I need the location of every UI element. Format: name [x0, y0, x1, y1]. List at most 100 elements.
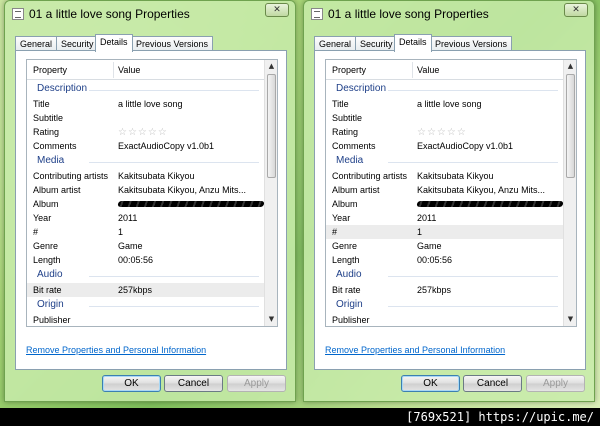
scroll-down-arrow-icon[interactable]: ▼ [565, 314, 576, 325]
apply-button[interactable]: Apply [227, 375, 286, 392]
property-row[interactable]: Length 00:05:56 [27, 253, 265, 267]
cancel-button[interactable]: Cancel [164, 375, 223, 392]
tab-details[interactable]: Details [95, 34, 133, 52]
property-name: Year [33, 213, 52, 223]
property-name: Length [332, 255, 360, 265]
tab-details[interactable]: Details [394, 34, 432, 52]
property-row[interactable]: Contributing artists Kakitsubata Kikyou [326, 169, 564, 183]
rating-stars-icon: ☆☆☆☆☆ [417, 127, 467, 138]
redacted-value [416, 199, 564, 209]
apply-button[interactable]: Apply [526, 375, 585, 392]
property-row[interactable]: Year 2011 [27, 211, 265, 225]
cancel-button[interactable]: Cancel [463, 375, 522, 392]
property-value: a little love song [118, 99, 183, 109]
property-name: Rating [33, 127, 60, 137]
tab-general[interactable]: General [314, 36, 357, 51]
remove-properties-link[interactable]: Remove Properties and Personal Informati… [325, 345, 505, 355]
property-row[interactable]: Year 2011 [326, 211, 564, 225]
column-divider[interactable] [113, 62, 114, 78]
vertical-scrollbar[interactable]: ▲ ▼ [563, 60, 576, 326]
property-row[interactable]: Length 00:05:56 [326, 253, 564, 267]
property-row[interactable]: Subtitle [326, 111, 564, 125]
property-name: Album [33, 199, 59, 209]
tab-security[interactable]: Security [56, 36, 99, 51]
property-name: Genre [33, 241, 59, 251]
section-media: Media [326, 153, 564, 169]
tab-previous-versions[interactable]: Previous Versions [430, 36, 513, 51]
property-row[interactable]: Rating ☆☆☆☆☆ [326, 125, 564, 139]
list-header: Property Value [27, 60, 265, 80]
close-button[interactable]: ✕ [265, 3, 289, 17]
property-name: Bit rate [332, 285, 361, 295]
property-value: ExactAudioCopy v1.0b1 [118, 141, 215, 151]
property-row[interactable]: Genre Game [27, 239, 265, 253]
property-value: Kakitsubata Kikyou [417, 171, 494, 181]
column-header-value[interactable]: Value [417, 65, 439, 75]
property-name: Album artist [33, 185, 81, 195]
property-value: Game [118, 241, 143, 251]
section-label: Description [336, 83, 387, 94]
scroll-up-arrow-icon[interactable]: ▲ [565, 61, 576, 72]
property-name: Rating [332, 127, 359, 137]
property-row[interactable]: #1 [27, 225, 265, 239]
property-row[interactable]: Album artist Kakitsubata Kikyou, Anzu Mit… [27, 183, 265, 197]
property-row[interactable]: Comments ExactAudioCopy v1.0b1 [326, 139, 564, 153]
section-label: Description [37, 83, 88, 94]
property-row[interactable]: Album artist Kakitsubata Kikyou, Anzu Mit… [326, 183, 564, 197]
property-name: # [33, 227, 39, 237]
property-row[interactable]: Title a little love song [27, 97, 265, 111]
property-row[interactable]: Comments ExactAudioCopy v1.0b1 [27, 139, 265, 153]
remove-properties-link[interactable]: Remove Properties and Personal Informati… [26, 345, 206, 355]
scroll-down-arrow-icon[interactable]: ▼ [266, 314, 277, 325]
property-name: Contributing artists [332, 171, 408, 181]
list-header: Property Value [326, 60, 564, 80]
property-name: Genre [332, 241, 358, 251]
redaction-scribble [117, 201, 265, 207]
property-row[interactable]: Genre Game [326, 239, 564, 253]
scroll-thumb[interactable] [566, 74, 575, 178]
rows-container: Description Title a little love song Subtit… [27, 81, 265, 326]
section-label: Audio [336, 269, 362, 280]
tab-previous-versions[interactable]: Previous Versions [131, 36, 214, 51]
vertical-scrollbar[interactable]: ▲ ▼ [264, 60, 277, 326]
property-row[interactable]: Title a little love song [326, 97, 564, 111]
column-header-property[interactable]: Property [33, 65, 67, 75]
section-divider [89, 276, 259, 277]
property-row[interactable]: Album [326, 197, 564, 211]
property-row[interactable]: Bit rate 257kbps [326, 283, 564, 297]
property-name: Comments [33, 141, 77, 151]
property-row[interactable]: Contributing artists Kakitsubata Kikyou [27, 169, 265, 183]
properties-window-left: 01 a little love song Properties ✕ Gener… [4, 0, 296, 402]
tab-security[interactable]: Security [355, 36, 398, 51]
property-row[interactable]: Bit rate 257kbps [27, 283, 265, 297]
property-row[interactable]: Publisher [326, 313, 564, 326]
property-name: Title [332, 99, 349, 109]
column-header-property[interactable]: Property [332, 65, 366, 75]
column-divider[interactable] [412, 62, 413, 78]
property-row[interactable]: Subtitle [27, 111, 265, 125]
scroll-up-arrow-icon[interactable]: ▲ [266, 61, 277, 72]
close-button[interactable]: ✕ [564, 3, 588, 17]
tab-general[interactable]: General [15, 36, 58, 51]
scroll-thumb[interactable] [267, 74, 276, 178]
rating-stars-icon: ☆☆☆☆☆ [118, 127, 168, 138]
file-icon [311, 8, 323, 20]
title-bar[interactable]: 01 a little love song Properties ✕ [304, 1, 594, 27]
ok-button[interactable]: OK [401, 375, 460, 392]
column-header-value[interactable]: Value [118, 65, 140, 75]
property-name: Contributing artists [33, 171, 109, 181]
property-row[interactable]: Album [27, 197, 265, 211]
property-row[interactable]: Rating ☆☆☆☆☆ [27, 125, 265, 139]
property-row[interactable]: Publisher [27, 313, 265, 326]
property-name: Publisher [332, 315, 370, 325]
details-panel: Property Value Description Title a little … [314, 50, 586, 370]
property-value: Game [417, 241, 442, 251]
property-value: 1 [118, 227, 124, 237]
property-name: Year [332, 213, 351, 223]
property-name: Length [33, 255, 61, 265]
property-name: Publisher [33, 315, 71, 325]
property-row[interactable]: #1 [326, 225, 564, 239]
ok-button[interactable]: OK [102, 375, 161, 392]
section-description: Description [27, 81, 265, 97]
title-bar[interactable]: 01 a little love song Properties ✕ [5, 1, 295, 27]
